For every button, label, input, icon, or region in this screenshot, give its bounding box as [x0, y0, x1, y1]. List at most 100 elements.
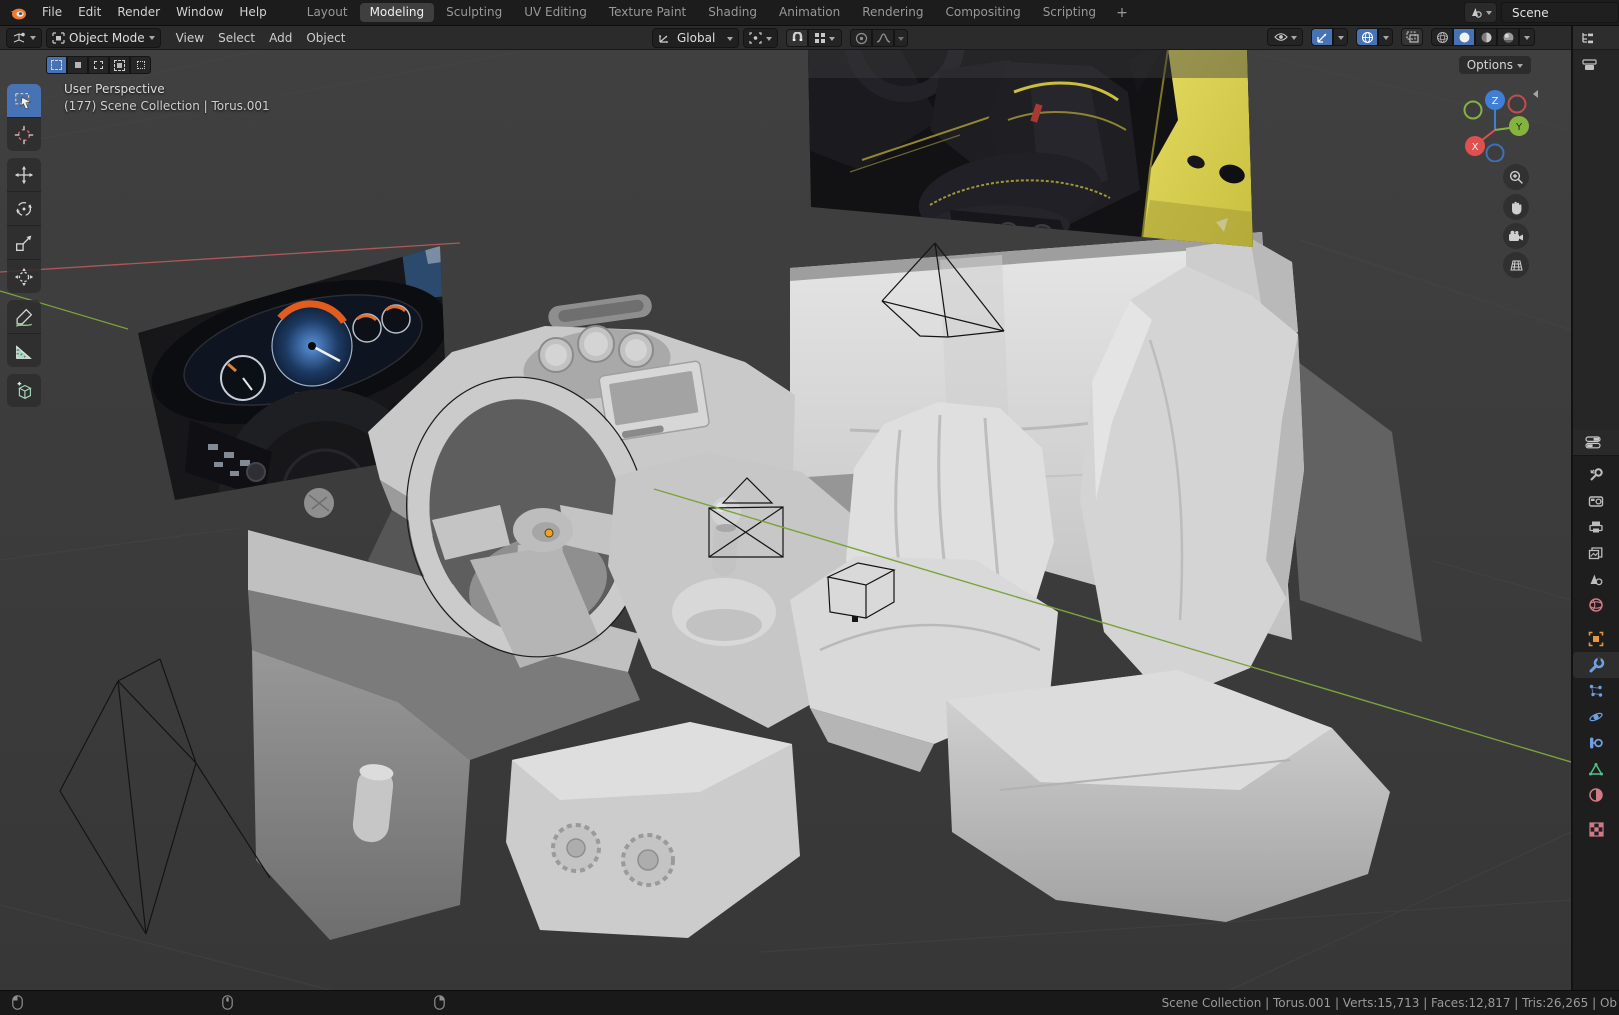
props-tab-object[interactable] — [1573, 626, 1619, 652]
zoom-button[interactable] — [1503, 164, 1529, 190]
overlays-toggle[interactable] — [1356, 28, 1378, 46]
menu-help[interactable]: Help — [231, 0, 274, 25]
tab-animation[interactable]: Animation — [769, 3, 850, 22]
tab-texture-paint[interactable]: Texture Paint — [599, 3, 696, 22]
tool-rotate[interactable] — [7, 192, 41, 226]
output-icon — [1589, 521, 1603, 533]
tool-measure[interactable] — [7, 334, 41, 367]
navigation-gizmo[interactable]: Z X Y — [1461, 88, 1531, 162]
material-icon — [1589, 788, 1603, 802]
outliner-header[interactable] — [1573, 26, 1619, 50]
props-tab-texture[interactable] — [1573, 816, 1619, 842]
props-tab-modifiers[interactable] — [1573, 652, 1619, 678]
axis-neg-z-handle[interactable] — [1485, 143, 1505, 162]
props-tab-output[interactable] — [1573, 514, 1619, 540]
props-tab-particles[interactable] — [1573, 678, 1619, 704]
texture-icon — [1588, 821, 1604, 837]
props-tab-view-layer[interactable] — [1573, 540, 1619, 566]
scene-browse-button[interactable] — [1464, 2, 1497, 23]
outliner-row[interactable] — [1573, 50, 1619, 75]
tool-scale[interactable] — [7, 226, 41, 260]
falloff-curve-button[interactable] — [872, 29, 895, 47]
scene-3d[interactable] — [0, 50, 1571, 990]
axis-neg-y-handle[interactable] — [1463, 100, 1483, 120]
scene-icon — [1590, 574, 1603, 586]
menu-select[interactable]: Select — [211, 31, 262, 45]
props-tab-render[interactable] — [1573, 488, 1619, 514]
props-tab-scene[interactable] — [1573, 566, 1619, 592]
viewport-header: Object Mode View Select Add Object Globa… — [0, 26, 1571, 50]
tool-transform[interactable] — [7, 260, 41, 293]
ortho-toggle-button[interactable] — [1503, 252, 1529, 278]
proportional-edit-toggle[interactable] — [850, 29, 873, 47]
object-mode-icon — [52, 31, 65, 44]
pivot-point-button[interactable] — [743, 28, 779, 48]
tab-uv-editing[interactable]: UV Editing — [514, 3, 597, 22]
snap-settings-button[interactable] — [808, 29, 843, 47]
select-mode-invert[interactable] — [109, 56, 130, 74]
xray-toggle[interactable] — [1401, 28, 1423, 46]
magnet-icon — [792, 31, 802, 41]
viewport-canvas[interactable]: User Perspective (177) Scene Collection … — [0, 50, 1571, 990]
pan-button[interactable] — [1503, 194, 1529, 220]
shading-material-button[interactable] — [1475, 28, 1497, 46]
tab-shading[interactable]: Shading — [698, 3, 767, 22]
camera-view-button[interactable] — [1503, 223, 1529, 249]
axis-neg-x-handle[interactable] — [1507, 94, 1527, 114]
chevron-down-icon — [1524, 35, 1530, 43]
tool-move[interactable] — [7, 158, 41, 192]
props-tab-object-data[interactable] — [1573, 756, 1619, 782]
props-tab-material[interactable] — [1573, 782, 1619, 808]
blender-logo-icon[interactable] — [8, 5, 28, 21]
overlays-dropdown[interactable] — [1378, 28, 1393, 46]
object-origin-dot — [544, 528, 554, 538]
select-mode-extend[interactable] — [67, 56, 88, 74]
tool-cursor[interactable] — [7, 118, 41, 151]
scene-name-field[interactable]: Scene — [1501, 2, 1619, 23]
menu-file[interactable]: File — [34, 0, 70, 25]
tab-modeling[interactable]: Modeling — [359, 3, 435, 22]
tool-select-box[interactable] — [7, 84, 41, 118]
menu-render[interactable]: Render — [109, 0, 168, 25]
props-tab-physics[interactable] — [1573, 704, 1619, 730]
properties-header[interactable] — [1573, 430, 1619, 456]
add-workspace-button[interactable]: + — [1108, 5, 1136, 21]
proportional-edit-controls — [850, 29, 909, 47]
tab-sculpting[interactable]: Sculpting — [436, 3, 512, 22]
proportional-edit-icon — [855, 32, 867, 44]
tab-compositing[interactable]: Compositing — [935, 3, 1030, 22]
rendered-sphere-icon — [1503, 32, 1513, 43]
menu-window[interactable]: Window — [168, 0, 231, 25]
menu-add[interactable]: Add — [262, 31, 299, 45]
gizmos-toggle[interactable] — [1311, 28, 1333, 46]
editor-type-button[interactable] — [6, 27, 42, 48]
shading-rendered-button[interactable] — [1497, 28, 1519, 46]
tab-scripting[interactable]: Scripting — [1033, 3, 1106, 22]
outliner-editor — [1573, 26, 1619, 430]
tab-layout[interactable]: Layout — [297, 3, 358, 22]
options-dropdown[interactable]: Options — [1458, 56, 1531, 74]
select-mode-subtract[interactable] — [88, 56, 109, 74]
transform-orientation-button[interactable]: Global — [652, 28, 740, 48]
menu-edit[interactable]: Edit — [70, 0, 109, 25]
props-tab-world[interactable] — [1573, 592, 1619, 618]
gizmos-dropdown[interactable] — [1333, 28, 1348, 46]
snap-toggle[interactable] — [786, 29, 809, 47]
select-mode-set[interactable] — [46, 56, 67, 74]
menu-object[interactable]: Object — [299, 31, 352, 45]
falloff-dropdown[interactable] — [894, 29, 909, 47]
props-tab-constraints[interactable] — [1573, 730, 1619, 756]
chevron-down-icon — [898, 36, 905, 44]
snap-increment-icon — [815, 32, 826, 43]
select-mode-intersect[interactable] — [130, 56, 151, 74]
shading-wireframe-button[interactable] — [1431, 28, 1453, 46]
tab-rendering[interactable]: Rendering — [852, 3, 933, 22]
props-tab-tool[interactable] — [1573, 462, 1619, 488]
visibility-button[interactable] — [1267, 28, 1303, 46]
shading-dropdown[interactable] — [1519, 28, 1535, 46]
tool-add-cube[interactable] — [7, 374, 41, 407]
mode-selector[interactable]: Object Mode — [46, 27, 161, 48]
menu-view[interactable]: View — [169, 31, 211, 45]
tool-annotate[interactable] — [7, 300, 41, 334]
shading-solid-button[interactable] — [1453, 28, 1475, 46]
